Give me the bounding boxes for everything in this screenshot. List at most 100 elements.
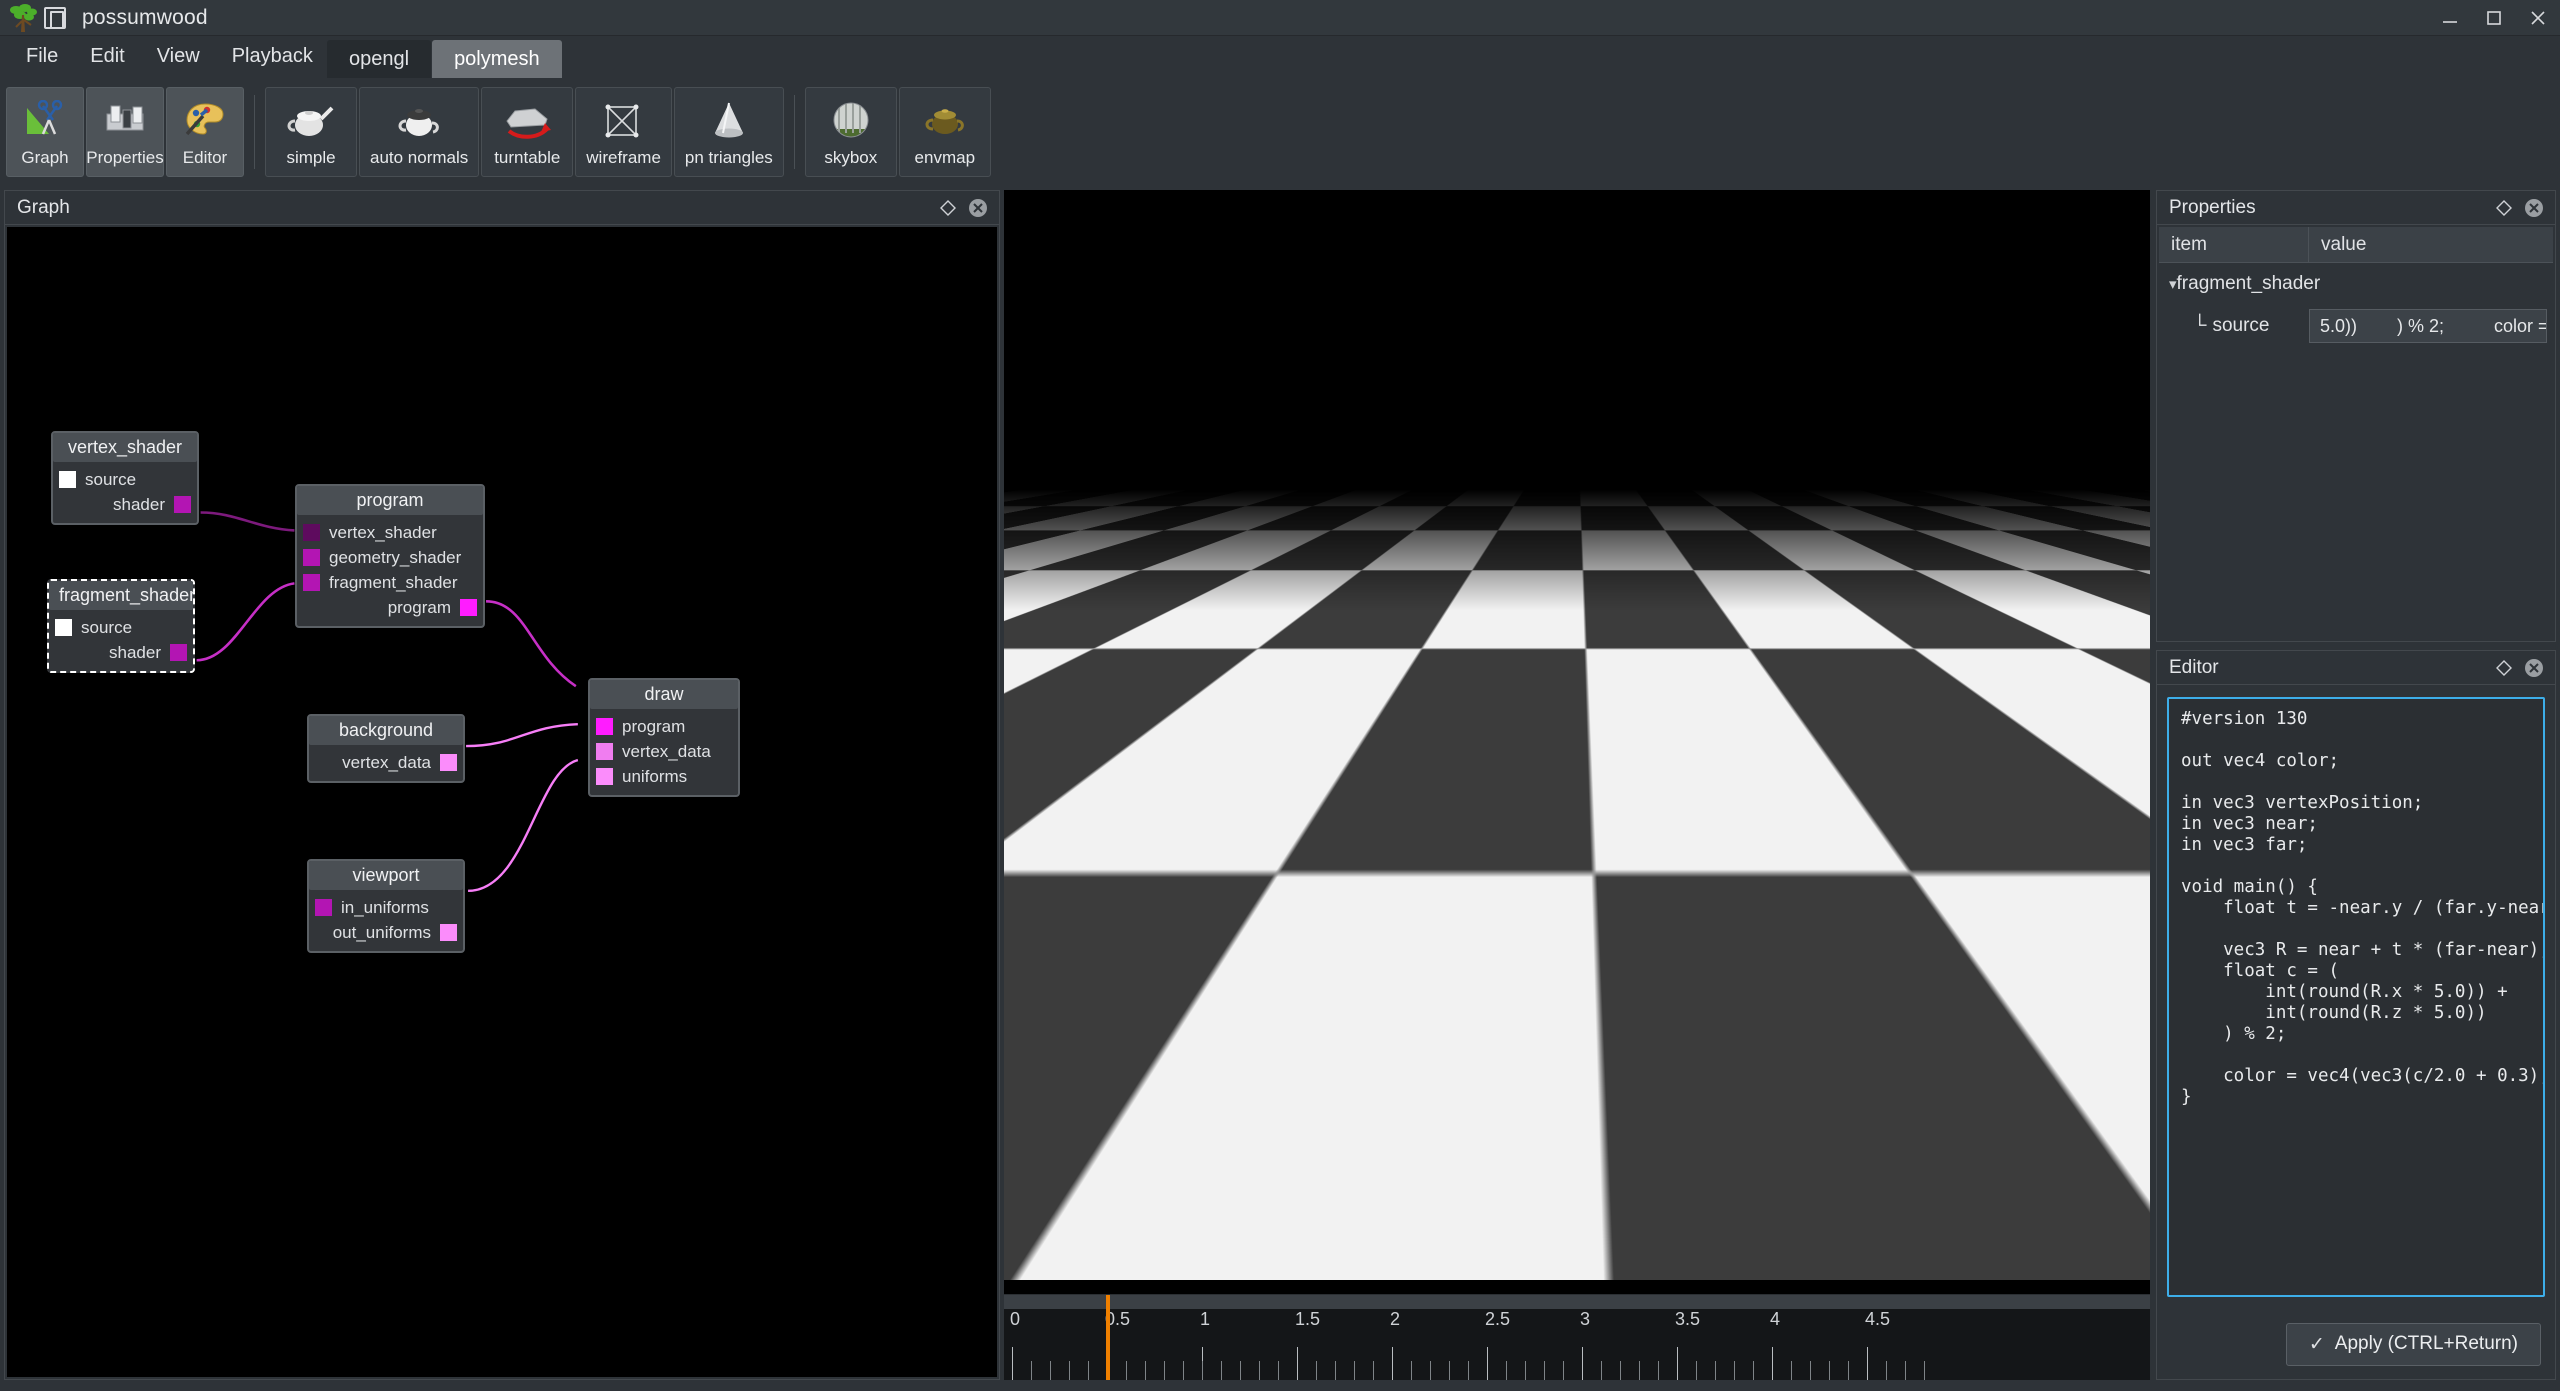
timeline-tick-minor [1449,1361,1450,1380]
port-dot-out-uniforms-icon[interactable] [440,924,457,941]
graph-node-program[interactable]: program vertex_shader geometry_shader fr… [295,484,485,628]
toolbar-button-envmap[interactable]: envmap [898,87,991,177]
menu-item-file[interactable]: File [10,41,74,72]
editor-panel-title: Editor [2169,656,2219,678]
close-icon[interactable] [2519,193,2549,223]
port-row[interactable]: source [49,615,193,640]
float-diamond-icon[interactable] [2489,193,2519,223]
timeline-tick-minor [1069,1361,1070,1380]
port-dot-shader-icon[interactable] [174,496,191,513]
toolbar-button-pn-triangles[interactable]: pn triangles [673,87,784,177]
port-dot-uniforms-icon[interactable] [596,768,613,785]
apply-button[interactable]: ✓ Apply (CTRL+Return) [2285,1322,2541,1366]
teapot-icon [285,96,337,144]
graph-wires [196,511,579,893]
port-row[interactable]: vertex_shader [297,520,483,545]
port-row[interactable]: uniforms [590,764,738,789]
teapot-gold-icon [919,96,971,144]
port-dot-source-icon[interactable] [59,471,76,488]
graph-node-viewport[interactable]: viewport in_uniforms out_uniforms [307,859,465,953]
toolbar-button-wireframe[interactable]: wireframe [575,87,672,177]
port-row[interactable]: source [53,467,197,492]
close-icon[interactable] [2519,653,2549,683]
table-row[interactable]: ▾ fragment_shader [2159,263,2553,305]
timeline-playhead[interactable] [1106,1295,1110,1380]
toolbar-button-simple[interactable]: simple [265,87,357,177]
port-dot-program-out-icon[interactable] [460,599,477,616]
port-row[interactable]: fragment_shader [297,570,483,595]
sphere-env-icon [825,96,877,144]
toolbar-button-skybox[interactable]: skybox [804,87,897,177]
port-dot-shader-icon[interactable] [170,644,187,661]
tab-opengl[interactable]: opengl [327,40,432,78]
graph-node-fragment-shader[interactable]: fragment_shader source shader [47,579,195,673]
timeline-tick-minor [1924,1361,1925,1380]
menu-item-edit[interactable]: Edit [74,41,140,72]
port-row[interactable]: geometry_shader [297,545,483,570]
float-diamond-icon[interactable] [933,193,963,223]
toolbar-button-turntable[interactable]: turntable [481,87,574,177]
toolbar-button-editor[interactable]: Editor [166,87,244,177]
toolbar-button-graph[interactable]: Graph [6,87,84,177]
table-row[interactable]: └ source 5.0)) ) % 2; color = vec4(vec3(… [2159,305,2553,347]
port-dot-fragment-shader-icon[interactable] [303,574,320,591]
timeline-tick-minor [1734,1361,1735,1380]
timeline[interactable]: 0 0.5 1 1.5 2 2.5 3 3.5 4 4.5 [1004,1294,2150,1380]
float-diamond-icon[interactable] [2489,653,2519,683]
port-dot-source-icon[interactable] [55,619,72,636]
timeline-tick-minor [1278,1361,1279,1380]
port-row[interactable]: program [590,714,738,739]
node-title: program [297,486,483,515]
menu-item-view[interactable]: View [141,41,216,72]
node-ports: program vertex_data uniforms [590,709,738,795]
port-dot-vertex-data-icon[interactable] [440,754,457,771]
port-dot-in-uniforms-icon[interactable] [315,899,332,916]
timeline-tick-minor [1050,1361,1051,1380]
properties-row-item: └ source [2159,315,2309,337]
chevron-down-icon[interactable]: ▾ [2169,275,2177,293]
properties-source-value[interactable]: 5.0)) ) % 2; color = vec4(vec3(c/2.0 + 0… [2309,309,2547,343]
port-row[interactable]: shader [53,492,197,517]
properties-row-item[interactable]: ▾ fragment_shader [2159,273,2320,295]
tab-polymesh[interactable]: polymesh [432,40,562,78]
3d-viewport[interactable]: 0 0.5 1 1.5 2 2.5 3 3.5 4 4.5 [1004,190,2150,1380]
timeline-tick-minor [1259,1361,1260,1380]
port-row[interactable]: vertex_data [309,750,463,775]
car-rotate-icon [501,96,553,144]
toolbar-button-auto-normals[interactable]: auto normals [359,87,480,177]
node-title: background [309,716,463,745]
properties-table-header: item value [2159,227,2553,263]
port-dot-vertex-shader-icon[interactable] [303,524,320,541]
menu-item-playback[interactable]: Playback [216,41,329,72]
port-row[interactable]: shader [49,640,193,665]
graph-node-draw[interactable]: draw program vertex_data uniforms [588,678,740,797]
graph-panel-title: Graph [17,196,70,218]
timeline-tick-minor [1088,1361,1089,1380]
column-header-value: value [2321,233,2367,255]
port-row[interactable]: program [297,595,483,620]
graph-node-background[interactable]: background vertex_data [307,714,465,783]
toolbar-button-wireframe-label: wireframe [586,148,661,167]
port-row[interactable]: in_uniforms [309,895,463,920]
code-editor[interactable]: #version 130 out vec4 color; in vec3 ver… [2167,697,2545,1297]
toolbar-button-properties[interactable]: Properties [86,87,164,177]
close-icon[interactable] [2516,1,2560,35]
maximize-icon[interactable] [2472,1,2516,35]
port-dot-program-icon[interactable] [596,718,613,735]
tree-branch-icon: └ [2193,315,2207,336]
port-row[interactable]: out_uniforms [309,920,463,945]
timeline-keys-strip[interactable] [1004,1295,2150,1309]
port-dot-vertex-data-icon[interactable] [596,743,613,760]
port-label: shader [109,642,161,662]
minimize-icon[interactable] [2428,1,2472,35]
window-title: possumwood [82,5,208,29]
port-row[interactable]: vertex_data [590,739,738,764]
port-dot-geometry-shader-icon[interactable] [303,549,320,566]
timeline-tick-minor [1658,1361,1659,1380]
close-icon[interactable] [963,193,993,223]
timeline-tick-minor [1620,1361,1621,1380]
graph-canvas[interactable]: vertex_shader source shader program vert… [7,227,997,1377]
timeline-tick-minor [1525,1361,1526,1380]
graph-node-vertex-shader[interactable]: vertex_shader source shader [51,431,199,525]
toolbar-left-group: Graph Properties Editor [6,87,244,177]
